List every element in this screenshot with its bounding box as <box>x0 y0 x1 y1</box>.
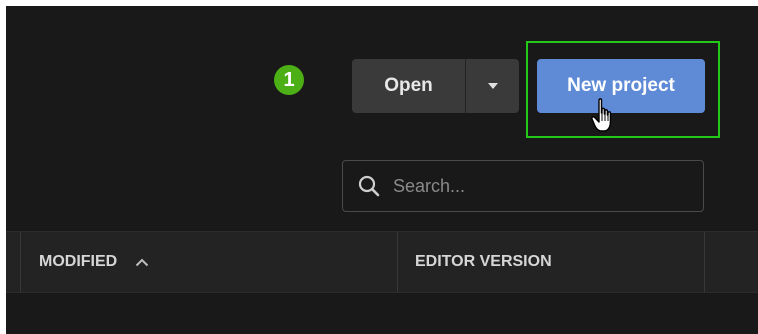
new-project-button[interactable]: New project <box>537 59 705 113</box>
hand-pointer-icon <box>591 98 612 132</box>
open-button[interactable]: Open <box>352 59 465 113</box>
open-dropdown-button[interactable] <box>466 59 519 113</box>
column-divider <box>704 232 705 292</box>
column-header-label: EDITOR VERSION <box>415 253 552 270</box>
table-header: MODIFIED EDITOR VERSION <box>6 231 758 293</box>
search-input[interactable] <box>393 175 703 197</box>
search-box <box>342 160 704 212</box>
open-split-button: Open <box>352 59 519 113</box>
caret-down-icon <box>487 83 498 89</box>
column-divider <box>397 232 398 292</box>
column-header-modified[interactable]: MODIFIED <box>39 232 149 292</box>
step-number-badge: 1 <box>274 65 304 95</box>
project-hub-window: 1 Open New project MODIFIED EDITO <box>6 6 758 334</box>
column-header-editor-version[interactable]: EDITOR VERSION <box>415 232 552 292</box>
search-icon <box>358 175 380 197</box>
chevron-up-icon <box>136 258 149 266</box>
column-divider <box>20 232 21 292</box>
column-header-label: MODIFIED <box>39 253 118 270</box>
